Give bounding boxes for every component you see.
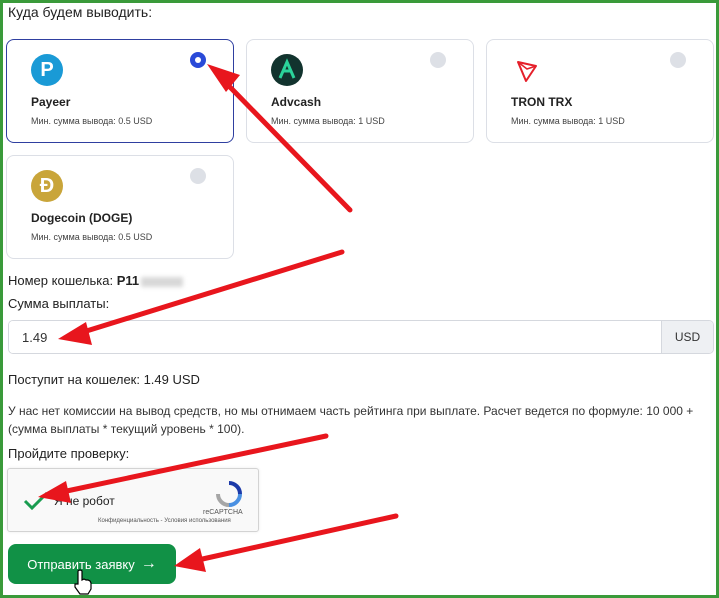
annotation-arrowhead bbox=[174, 548, 206, 572]
method-radio[interactable] bbox=[190, 52, 206, 68]
recaptcha-brand: reCAPTCHA bbox=[203, 509, 243, 516]
method-card-tron[interactable]: TRON TRX Мин. сумма вывода: 1 USD bbox=[486, 39, 714, 143]
verify-label: Пройдите проверку: bbox=[8, 446, 130, 461]
dogecoin-icon: Đ bbox=[31, 170, 63, 202]
wallet-blurred bbox=[141, 276, 184, 287]
tron-icon bbox=[511, 54, 543, 86]
method-min: Мин. сумма вывода: 0.5 USD bbox=[31, 232, 153, 242]
method-name: Dogecoin (DOGE) bbox=[31, 211, 133, 225]
method-min: Мин. сумма вывода: 1 USD bbox=[511, 116, 625, 126]
amount-input[interactable] bbox=[9, 321, 661, 353]
wallet-row: Номер кошелька: P11 bbox=[8, 273, 184, 288]
recaptcha-widget: Я не робот reCAPTCHA Конфиденциальность … bbox=[7, 468, 259, 532]
method-radio[interactable] bbox=[670, 52, 686, 68]
recaptcha-links[interactable]: Конфиденциальность - Условия использован… bbox=[98, 518, 231, 524]
info-text: У нас нет комиссии на вывод средств, но … bbox=[8, 404, 694, 436]
amount-label: Сумма выплаты: bbox=[8, 296, 110, 311]
method-name: TRON TRX bbox=[511, 95, 573, 109]
advcash-icon bbox=[271, 54, 303, 86]
method-card-dogecoin[interactable]: Đ Dogecoin (DOGE) Мин. сумма вывода: 0.5… bbox=[6, 155, 234, 259]
method-name: Advcash bbox=[271, 95, 322, 109]
currency-addon: USD bbox=[661, 321, 713, 353]
hand-cursor-icon bbox=[74, 569, 92, 595]
method-card-payeer[interactable]: P Payeer Мин. сумма вывода: 0.5 USD bbox=[6, 39, 234, 143]
receive-text: Поступит на кошелек: 1.49 USD bbox=[8, 372, 200, 387]
amount-field: USD bbox=[8, 320, 714, 354]
method-card-advcash[interactable]: Advcash Мин. сумма вывода: 1 USD bbox=[246, 39, 474, 143]
wallet-value: P11 bbox=[116, 273, 140, 288]
method-min: Мин. сумма вывода: 1 USD bbox=[271, 116, 385, 126]
checkmark-icon[interactable] bbox=[22, 487, 50, 515]
recaptcha-icon bbox=[214, 479, 244, 509]
method-min: Мин. сумма вывода: 0.5 USD bbox=[31, 116, 153, 126]
method-radio[interactable] bbox=[190, 168, 206, 184]
wallet-label: Номер кошелька: bbox=[8, 273, 114, 288]
captcha-label: Я не робот bbox=[54, 494, 115, 508]
method-radio[interactable] bbox=[430, 52, 446, 68]
section-title: Куда будем выводить: bbox=[8, 4, 153, 20]
arrow-right-icon: → bbox=[140, 555, 157, 572]
method-name: Payeer bbox=[31, 95, 71, 109]
payeer-icon: P bbox=[31, 54, 63, 86]
